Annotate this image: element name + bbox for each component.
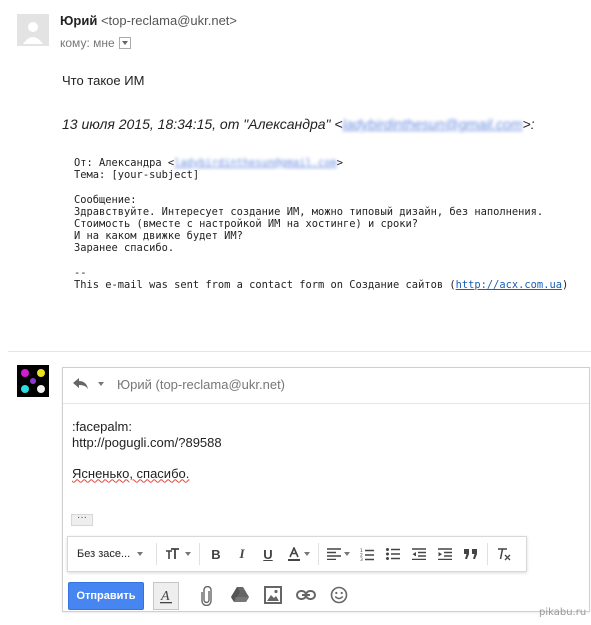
text-size-icon <box>165 548 179 559</box>
quote-email-blurred[interactable]: ladybirdinthesun@gmail.com <box>343 116 523 132</box>
text-color-button[interactable] <box>281 537 315 571</box>
form-line: Здравствуйте. Интересует создание ИМ, мо… <box>74 205 544 218</box>
insert-drive-button[interactable] <box>231 586 249 609</box>
form-line: Стоимость (вместе с настройкой ИМ на хос… <box>74 218 419 231</box>
bulleted-list-button[interactable] <box>380 537 406 571</box>
font-size-button[interactable] <box>160 537 196 571</box>
indent-less-icon <box>412 548 426 560</box>
google-drive-icon <box>231 587 249 602</box>
quote-suffix: >: <box>522 116 535 132</box>
reply-blank-line <box>72 450 222 466</box>
sender-avatar <box>17 14 49 46</box>
reply-line-1: :facepalm: <box>72 419 132 434</box>
text-color-icon <box>287 547 300 561</box>
reply-avatar <box>17 365 49 397</box>
quote-button[interactable] <box>458 537 484 571</box>
sender-name[interactable]: Юрий <box>60 13 97 28</box>
insert-emoji-button[interactable] <box>330 586 348 609</box>
person-icon <box>23 22 43 44</box>
form-footer-suffix: ) <box>561 279 569 292</box>
caret-down-icon <box>137 552 144 556</box>
recipient-label: кому: мне <box>60 36 115 50</box>
form-footer-prefix: This e-mail was sent from a contact form… <box>74 279 456 292</box>
footer-link[interactable]: http://acx.com.ua <box>456 279 562 291</box>
indent-less-button[interactable] <box>406 537 432 571</box>
underline-button[interactable]: U <box>255 537 281 571</box>
chevron-down-icon <box>121 41 128 45</box>
remove-formatting-button[interactable] <box>491 537 517 571</box>
bold-icon: B <box>211 546 221 562</box>
formatting-toolbar: Без засе... B I U 1 2 3 <box>67 536 527 572</box>
numbered-list-icon: 1 2 3 <box>360 548 374 561</box>
form-from-suffix: > <box>336 157 344 169</box>
reply-line-3: Ясненько, спасибо. <box>72 466 222 482</box>
details-dropdown[interactable] <box>118 37 131 49</box>
align-left-icon <box>326 548 341 560</box>
underline-icon: U <box>263 546 273 562</box>
font-family-select[interactable]: Без засе... <box>68 548 153 560</box>
form-message-label: Сообщение: <box>74 193 137 206</box>
reply-arrow-icon <box>73 378 88 389</box>
reply-body[interactable]: :facepalm: http://pogugli.com/?89588 Ясн… <box>72 419 222 481</box>
attach-file-button[interactable] <box>201 585 213 611</box>
text-formatting-icon: A <box>160 589 172 604</box>
toolbar-separator <box>199 543 200 565</box>
form-from-prefix: От: Александра < <box>74 157 175 169</box>
insert-photo-button[interactable] <box>264 586 282 609</box>
quote-attribution: 13 июля 2015, 18:34:15, от "Александра" … <box>62 116 535 132</box>
reply-type-dropdown[interactable] <box>73 378 104 390</box>
misspelled-word[interactable]: Ясненько, спасибо. <box>72 466 189 481</box>
message-subject-line: Что такое ИМ <box>62 73 145 88</box>
bulleted-list-icon <box>386 548 400 560</box>
quote-prefix: 13 июля 2015, 18:34:15, от "Александра" … <box>62 116 343 132</box>
user-photo-icon <box>17 365 49 397</box>
bold-button[interactable]: B <box>203 537 229 571</box>
form-line: Заранее спасибо. <box>74 242 175 255</box>
photo-icon <box>264 586 282 604</box>
font-family-label: Без засе... <box>77 548 131 560</box>
caret-down-icon <box>343 552 350 556</box>
link-icon <box>296 590 316 600</box>
reply-header: Юрий (top-reclama@ukr.net) <box>63 368 589 404</box>
align-button[interactable] <box>322 537 354 571</box>
show-trimmed-content-button[interactable]: ··· <box>71 513 93 526</box>
signature-separator: -- <box>74 266 87 279</box>
smiley-icon <box>330 586 348 604</box>
svg-text:A: A <box>160 589 170 604</box>
caret-down-icon <box>303 552 310 556</box>
indent-more-button[interactable] <box>432 537 458 571</box>
form-topic: Тема: [your-subject] <box>74 169 200 182</box>
caret-down-icon <box>184 552 191 556</box>
italic-button[interactable]: I <box>229 537 255 571</box>
recipient-line: кому: мне <box>60 36 131 50</box>
sender-line: Юрий <top-reclama@ukr.net> <box>60 13 237 28</box>
reply-line-2: http://pogugli.com/?89588 <box>72 434 222 450</box>
toolbar-separator <box>318 543 319 565</box>
paperclip-icon <box>201 585 212 607</box>
form-line: И на каком движке будет ИМ? <box>74 230 243 243</box>
caret-down-icon <box>98 382 104 386</box>
sender-email: <top-reclama@ukr.net> <box>100 13 238 28</box>
quote-icon <box>464 549 477 559</box>
watermark: pikabu.ru <box>539 607 587 618</box>
insert-link-button[interactable] <box>296 586 316 609</box>
indent-more-icon <box>438 548 452 560</box>
clear-formatting-icon <box>498 548 511 561</box>
toolbar-separator <box>156 543 157 565</box>
form-from-email-blurred[interactable]: ladybirdinthesun@gmail.com <box>174 157 337 169</box>
svg-text:3: 3 <box>360 557 363 561</box>
toolbar-separator <box>487 543 488 565</box>
message-divider <box>8 351 591 352</box>
send-button[interactable]: Отправить <box>68 582 144 610</box>
quoted-form-content: От: Александра <ladybirdinthesun@gmail.c… <box>74 157 568 291</box>
italic-icon: I <box>239 546 245 561</box>
formatting-options-toggle[interactable]: A <box>153 582 179 610</box>
reply-composer: Юрий (top-reclama@ukr.net) :facepalm: ht… <box>62 367 590 612</box>
reply-recipient[interactable]: Юрий (top-reclama@ukr.net) <box>117 377 285 392</box>
numbered-list-button[interactable]: 1 2 3 <box>354 537 380 571</box>
